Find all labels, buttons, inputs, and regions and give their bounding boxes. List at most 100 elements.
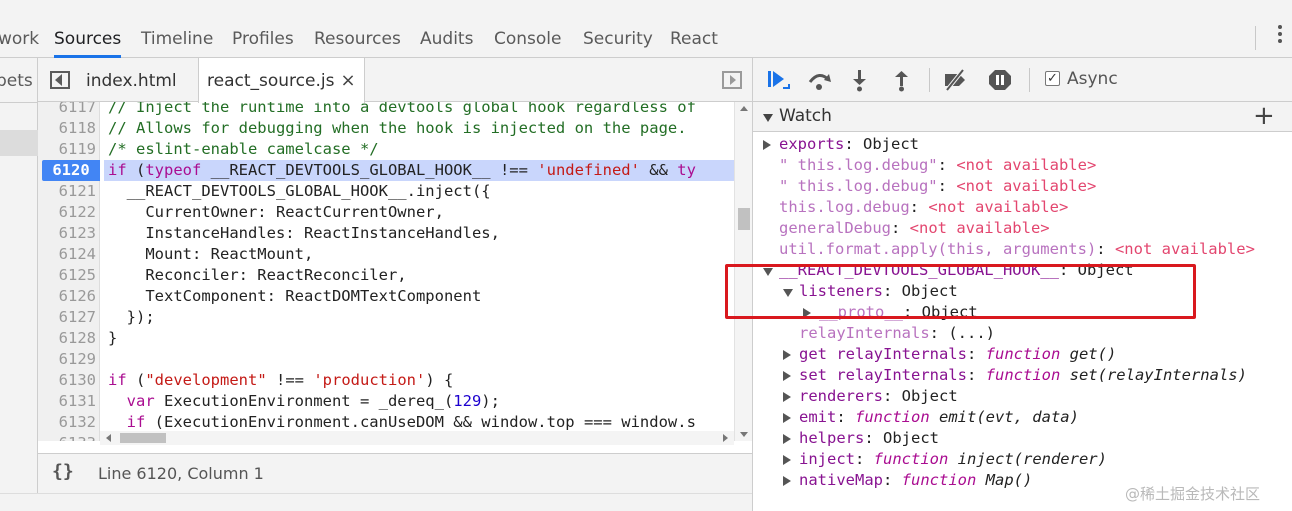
step-into-icon[interactable] [847, 68, 873, 92]
toggle-debugger-icon[interactable] [722, 71, 742, 89]
resume-icon[interactable] [765, 68, 791, 92]
line-number[interactable]: 6123 [38, 223, 96, 244]
watch-item-text: exports: Object [779, 134, 919, 155]
line-number[interactable]: 6133 [38, 433, 96, 441]
watch-item-text: " this.log.debug": <not available> [779, 155, 1096, 176]
code-line[interactable]: 6117 // Inject the runtime into a devtool… [38, 102, 734, 118]
code-line[interactable]: 6125 Reconciler: ReactReconciler, [38, 265, 734, 286]
tab-network[interactable]: work [0, 0, 39, 58]
breakpoint-line-number[interactable]: 6120 [42, 160, 100, 181]
file-tab-index-html[interactable]: index.html [86, 58, 177, 102]
scroll-down-icon[interactable] [740, 432, 748, 437]
navigator-selected-row[interactable] [0, 130, 38, 156]
code-line[interactable]: 6122 CurrentOwner: ReactCurrentOwner, [38, 202, 734, 223]
line-number[interactable]: 6128 [38, 328, 96, 349]
watch-token: <not available> [1114, 240, 1255, 258]
code-line[interactable]: 6127 }); [38, 307, 734, 328]
code-text: // Allows for debugging when the hook is… [108, 118, 687, 139]
code-area[interactable]: 6117 // Inject the runtime into a devtool… [38, 102, 734, 441]
code-token: if [108, 161, 127, 179]
code-line[interactable]: 6126 TextComponent: ReactDOMTextComponen… [38, 286, 734, 307]
horizontal-scrollbar[interactable] [100, 431, 734, 445]
code-text: Reconciler: ReactReconciler, [108, 265, 406, 286]
tab-console[interactable]: Console [494, 0, 562, 58]
collapsed-arrow-icon[interactable] [783, 350, 791, 360]
code-token: if [126, 413, 146, 431]
tab-security[interactable]: Security [583, 0, 653, 58]
line-number[interactable]: 6122 [38, 202, 96, 223]
line-number[interactable]: 6124 [38, 244, 96, 265]
watch-token: function [873, 450, 949, 468]
code-token: Mount: ReactMount, [108, 245, 314, 263]
collapsed-arrow-icon[interactable] [783, 476, 791, 486]
async-checkbox[interactable]: ✓ [1045, 71, 1060, 86]
watch-token: util.format.apply(this, arguments) [779, 240, 1097, 258]
toggle-navigator-icon[interactable] [50, 71, 70, 89]
add-watch-icon[interactable]: + [1253, 102, 1275, 130]
collapsed-arrow-icon[interactable] [783, 371, 791, 381]
step-out-icon[interactable] [889, 68, 915, 92]
pretty-print-icon[interactable]: {} [52, 461, 74, 482]
watch-section-header[interactable]: Watch + [753, 102, 1292, 132]
scroll-up-icon[interactable] [740, 106, 748, 111]
watch-token: : Object [864, 429, 939, 447]
code-line[interactable]: 6123 InstanceHandles: ReactInstanceHandl… [38, 223, 734, 244]
line-number[interactable]: 6118 [38, 118, 96, 139]
watch-item-text: get relayInternals: function get() [799, 344, 1116, 365]
watch-token: inject(renderer) [948, 450, 1107, 468]
code-text: if ("development" !== 'production') { [108, 370, 453, 391]
scroll-right-icon[interactable] [723, 434, 728, 442]
pause-on-exceptions-icon[interactable] [987, 68, 1013, 92]
line-number[interactable]: 6117 [38, 102, 96, 118]
scroll-left-icon[interactable] [106, 434, 111, 442]
scroll-thumb[interactable] [738, 208, 750, 230]
code-line[interactable]: 6118 // Allows for debugging when the hoo… [38, 118, 734, 139]
scroll-thumb[interactable] [120, 433, 166, 443]
line-number[interactable]: 6130 [38, 370, 96, 391]
more-options-icon[interactable] [1275, 22, 1285, 56]
file-tab-react-source[interactable]: react_source.js × [198, 58, 365, 103]
code-token: } [108, 329, 118, 347]
watch-item-text: inject: function inject(renderer) [799, 449, 1107, 470]
tab-timeline[interactable]: Timeline [141, 0, 213, 58]
code-line-current[interactable]: 6120 if (typeof __REACT_DEVTOOLS_GLOBAL_H… [38, 160, 734, 181]
code-line[interactable]: 6128} [38, 328, 734, 349]
tab-react[interactable]: React [670, 0, 718, 58]
line-number[interactable]: 6131 [38, 391, 96, 412]
step-over-icon[interactable] [807, 68, 833, 92]
code-line[interactable]: 6121 __REACT_DEVTOOLS_GLOBAL_HOOK__.inje… [38, 181, 734, 202]
line-number[interactable]: 6125 [38, 265, 96, 286]
tab-profiles[interactable]: Profiles [232, 0, 294, 58]
tab-resources[interactable]: Resources [314, 0, 401, 58]
tab-sources[interactable]: Sources [54, 0, 122, 58]
code-line[interactable]: 6131 var ExecutionEnvironment = _dereq_(… [38, 391, 734, 412]
line-number[interactable]: 6127 [38, 307, 96, 328]
deactivate-breakpoints-icon[interactable] [943, 68, 969, 92]
collapsed-arrow-icon[interactable] [783, 434, 791, 444]
code-token: ); [481, 392, 500, 410]
code-token: // Inject the runtime into a devtools gl… [108, 102, 696, 116]
collapsed-arrow-icon[interactable] [783, 413, 791, 423]
line-number[interactable]: 6126 [38, 286, 96, 307]
code-token: InstanceHandles: ReactInstanceHandles, [108, 224, 500, 242]
code-text: } [108, 328, 117, 349]
tab-audits[interactable]: Audits [420, 0, 473, 58]
line-number[interactable]: 6121 [38, 181, 96, 202]
code-line[interactable]: 6130 if ("development" !== 'production') … [38, 370, 734, 391]
collapse-arrow-icon[interactable] [763, 114, 773, 122]
collapsed-arrow-icon[interactable] [783, 392, 791, 402]
code-line[interactable]: 6119 /* eslint-enable camelcase */ [38, 139, 734, 160]
code-line[interactable]: 6129 [38, 349, 734, 370]
code-line[interactable]: 6132 if (ExecutionEnvironment.canUseDOM … [38, 412, 734, 433]
collapsed-arrow-icon[interactable] [763, 140, 771, 150]
debugger-toolbar: ✓ Async [753, 58, 1292, 102]
watch-token: get() [1060, 345, 1117, 363]
collapsed-arrow-icon[interactable] [783, 455, 791, 465]
line-number[interactable]: 6119 [38, 139, 96, 160]
tab-snippets[interactable]: pets [0, 58, 33, 102]
close-icon[interactable]: × [340, 70, 355, 91]
line-number[interactable]: 6132 [38, 412, 96, 433]
code-line[interactable]: 6124 Mount: ReactMount, [38, 244, 734, 265]
line-number[interactable]: 6129 [38, 349, 96, 370]
